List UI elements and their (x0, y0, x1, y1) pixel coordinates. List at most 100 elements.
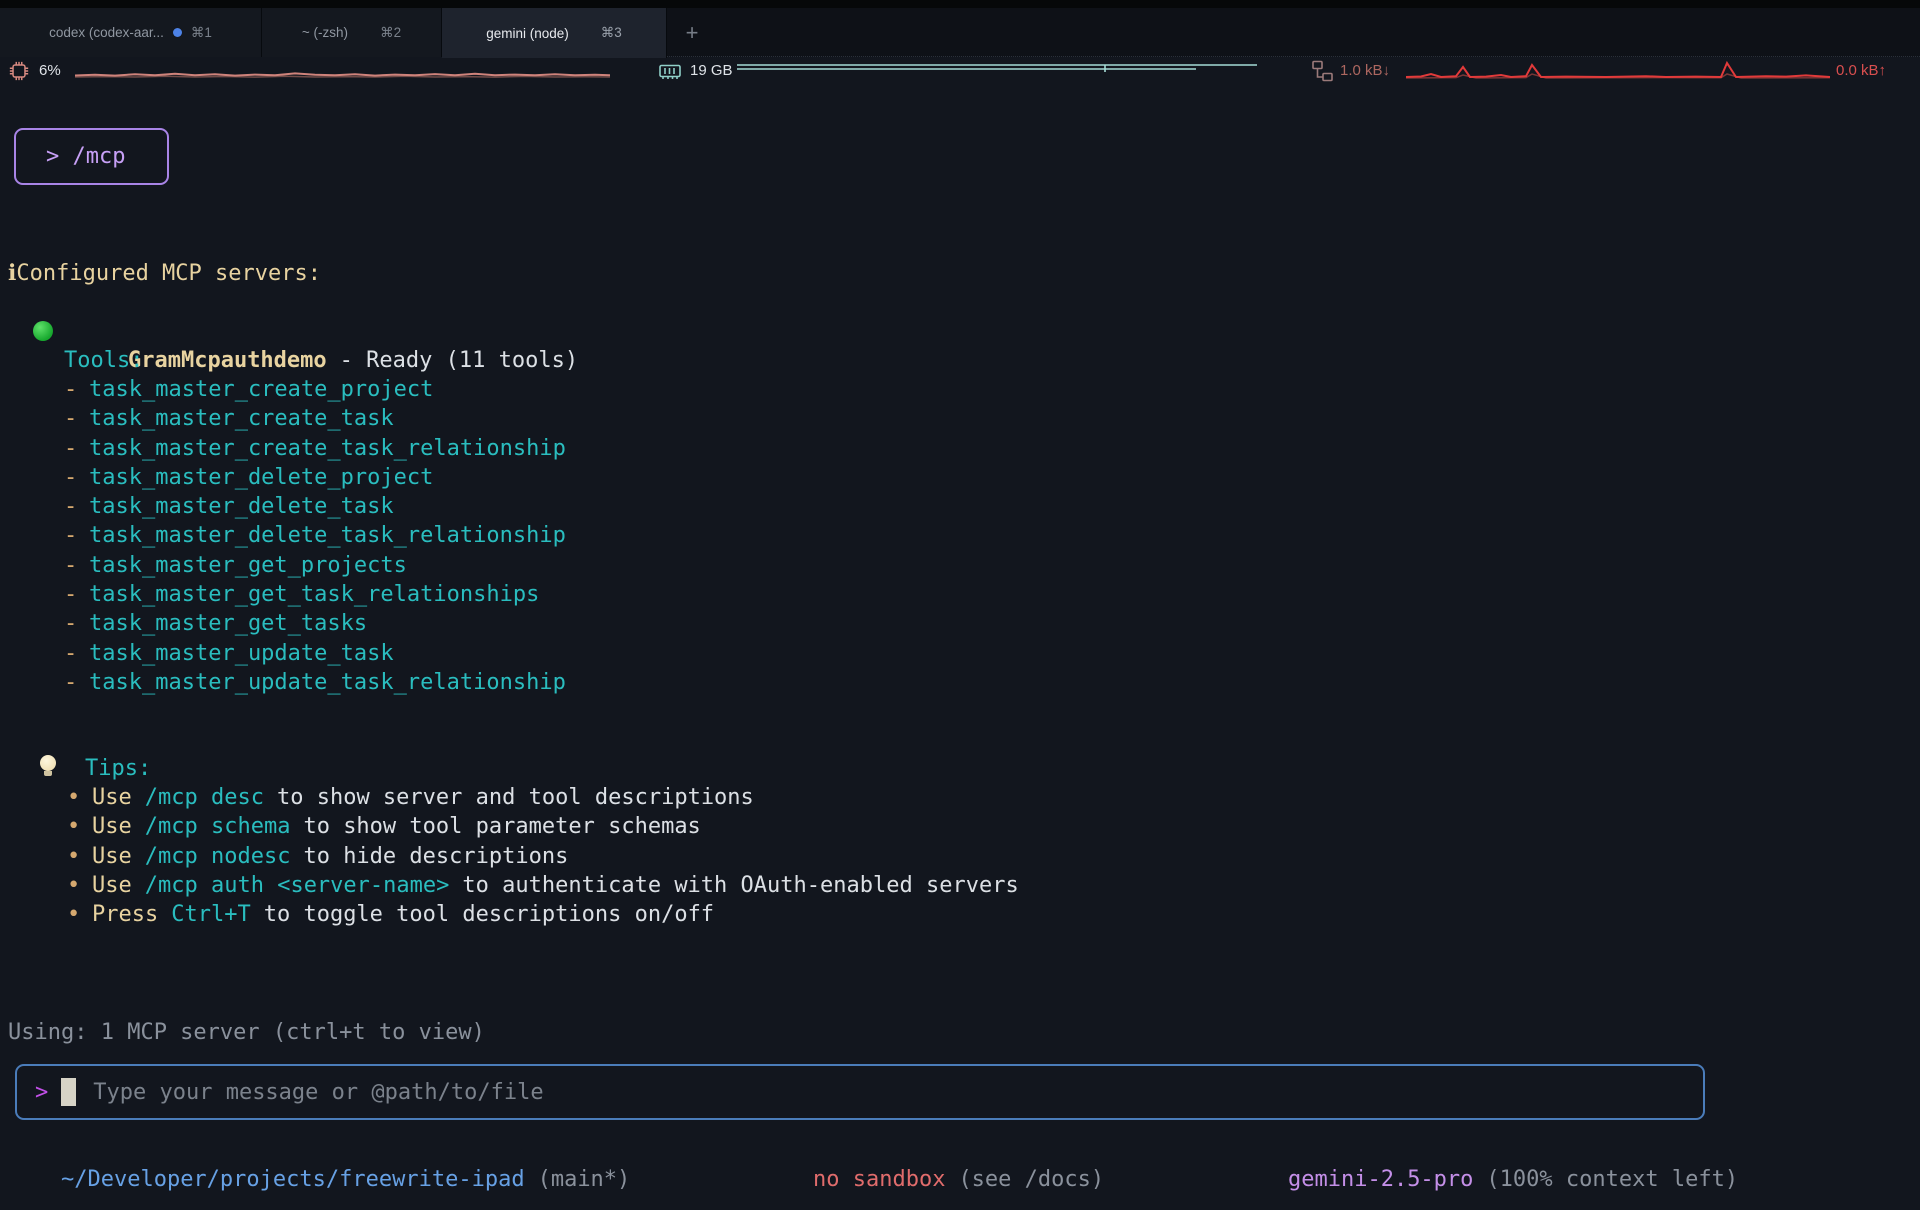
tip-command: /mcp schema (145, 814, 291, 839)
tool-item: -task_master_create_task_relationship (64, 434, 566, 463)
tip-command: /mcp desc (145, 785, 264, 810)
tip-command: /mcp auth <server-name> (145, 873, 450, 898)
window-top-strip (0, 0, 1920, 8)
tip-prefix: Press (92, 902, 158, 927)
tip-text: to show tool parameter schemas (303, 814, 700, 839)
tip-prefix: Use (92, 814, 132, 839)
command-echo-box: > /mcp (14, 128, 169, 185)
tip-prefix: Use (92, 785, 132, 810)
dash-icon: - (64, 668, 77, 697)
tool-item: -task_master_update_task (64, 639, 394, 668)
tool-item: -task_master_delete_task_relationship (64, 521, 566, 550)
tool-item: -task_master_update_task_relationship (64, 668, 566, 697)
tab-codex[interactable]: codex (codex-aar... ⌘1 (0, 8, 262, 57)
tip-item: • Use/mcp auth <server-name> to authentica… (67, 871, 1019, 900)
tab-label: ~ (-zsh) (302, 25, 348, 40)
dash-icon: - (64, 551, 77, 580)
cpu-icon (8, 60, 30, 82)
cpu-sparkline[interactable] (75, 59, 610, 83)
tool-name: task_master_create_project (89, 377, 433, 402)
tool-item: -task_master_create_task (64, 404, 394, 433)
tool-item: -task_master_get_tasks (64, 609, 367, 638)
tab-zsh[interactable]: ~ (-zsh) ⌘2 (262, 8, 442, 57)
activity-dot-icon (173, 28, 182, 37)
cpu-usage-label[interactable]: 6% (39, 60, 61, 82)
tip-item: •Use/mcp schemato show tool parameter sc… (67, 812, 701, 841)
tool-name: task_master_delete_task_relationship (89, 523, 566, 548)
footer-sandbox-group: no sandbox(see /docs) (760, 1136, 1104, 1165)
server-name: GramMcpauthdemo (128, 348, 327, 373)
tool-item: -task_master_get_projects (64, 551, 407, 580)
mcp-info-line: ℹConfigured MCP servers: (8, 259, 321, 288)
dash-icon: - (64, 492, 77, 521)
network-icon (1310, 59, 1334, 83)
text-cursor (61, 1078, 76, 1106)
server-status-green-icon (33, 321, 53, 341)
tab-shortcut: ⌘1 (191, 25, 212, 41)
dash-icon: - (64, 404, 77, 433)
tip-text: to show server and tool descriptions (277, 785, 754, 810)
tips-label: Tips: (85, 754, 151, 783)
tool-name: task_master_delete_project (89, 465, 433, 490)
new-tab-button[interactable]: + (672, 8, 712, 57)
dash-icon: - (64, 609, 77, 638)
tip-command: Ctrl+T (171, 902, 250, 927)
dash-icon: - (64, 580, 77, 609)
tip-prefix: Use (92, 873, 132, 898)
dash-icon: - (64, 639, 77, 668)
context-left: (100% context left) (1486, 1167, 1738, 1192)
bullet-icon: • (67, 871, 80, 900)
tab-label: gemini (node) (486, 26, 569, 41)
mcp-using-line: Using: 1 MCP server (ctrl+t to view) (8, 1018, 485, 1047)
dash-icon: - (64, 434, 77, 463)
tab-shortcut: ⌘2 (380, 25, 401, 41)
tool-name: task_master_delete_task (89, 494, 394, 519)
tool-name: task_master_update_task (89, 641, 394, 666)
tip-command: /mcp nodesc (145, 844, 291, 869)
tool-item: -task_master_delete_project (64, 463, 433, 492)
tip-prefix: Use (92, 844, 132, 869)
server-row: GramMcpauthdemo- Ready (11 tools) (75, 317, 578, 346)
command-echo-text: > /mcp (46, 144, 125, 169)
bullet-icon: • (67, 900, 80, 929)
git-branch: (main*) (538, 1167, 631, 1192)
tool-item: -task_master_delete_task (64, 492, 394, 521)
working-directory: ~/Developer/projects/freewrite-ipad (61, 1167, 525, 1192)
model-name: gemini-2.5-pro (1288, 1167, 1473, 1192)
sandbox-hint: (see /docs) (958, 1167, 1104, 1192)
net-upload-label[interactable]: 0.0 kB↑ (1836, 60, 1886, 82)
input-placeholder: Type your message or @path/to/file (93, 1080, 543, 1105)
dash-icon: - (64, 521, 77, 550)
tool-item: -task_master_get_task_relationships (64, 580, 539, 609)
tool-name: task_master_get_tasks (89, 611, 367, 636)
dash-icon: - (64, 375, 77, 404)
tip-text: to toggle tool descriptions on/off (264, 902, 714, 927)
tip-item: •Use/mcp descto show server and tool des… (67, 783, 754, 812)
tip-item: • Press Ctrl+T to toggle tool descriptions … (67, 900, 714, 929)
tool-item: -task_master_create_project (64, 375, 433, 404)
network-sparkline[interactable] (1406, 59, 1830, 83)
net-download-label[interactable]: 1.0 kB↓ (1340, 60, 1390, 82)
tool-name: task_master_create_task (89, 406, 394, 431)
footer-path-group: ~/Developer/projects/freewrite-ipad(main… (8, 1136, 630, 1165)
terminal-window: codex (codex-aar... ⌘1 ~ (-zsh) ⌘2 gemin… (0, 0, 1920, 1210)
tip-text: to authenticate with OAuth-enabled serve… (462, 873, 1018, 898)
memory-icon (658, 60, 682, 82)
server-status: - Ready (11 tools) (340, 348, 578, 373)
tool-name: task_master_get_task_relationships (89, 582, 539, 607)
tab-gemini-active[interactable]: gemini (node) ⌘3 (442, 8, 667, 58)
tab-label: codex (codex-aar... (49, 25, 164, 40)
memory-sparkline[interactable] (736, 59, 1258, 83)
tip-text: to hide descriptions (303, 844, 568, 869)
tab-bar: codex (codex-aar... ⌘1 ~ (-zsh) ⌘2 gemin… (0, 8, 1920, 57)
tip-item: • Use/mcp nodesc to hide descriptions (67, 842, 568, 871)
memory-usage-label[interactable]: 19 GB (690, 60, 733, 82)
message-input[interactable]: > Type your message or @path/to/file (15, 1064, 1705, 1120)
lightbulb-icon (40, 755, 56, 771)
input-prompt: > (35, 1080, 48, 1105)
dash-icon: - (64, 463, 77, 492)
bullet-icon: • (67, 842, 80, 871)
tab-shortcut: ⌘3 (601, 25, 622, 41)
tools-label: Tools: (64, 346, 143, 375)
sandbox-status: no sandbox (813, 1167, 945, 1192)
